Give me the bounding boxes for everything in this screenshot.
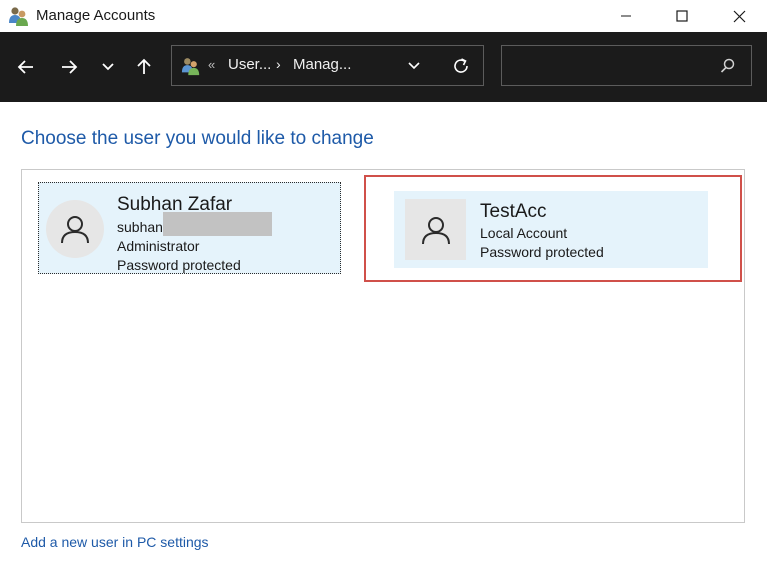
address-overflow[interactable]: « [208, 57, 215, 72]
refresh-icon [454, 58, 468, 73]
arrow-up-icon [137, 58, 151, 74]
address-dropdown-button[interactable] [405, 57, 423, 75]
search-icon [719, 57, 737, 75]
page-title: Choose the user you would like to change [21, 128, 374, 149]
forward-button[interactable] [56, 54, 82, 80]
window-title: Manage Accounts [36, 7, 156, 24]
arrow-right-icon [62, 60, 78, 74]
user-status: Password protected [480, 244, 604, 260]
recent-locations-button[interactable] [95, 54, 121, 80]
user-tile-testacc[interactable]: TestAcc Local Account Password protected [394, 191, 708, 268]
avatar [46, 200, 104, 258]
minimize-icon [621, 15, 631, 17]
user-email: subhan [117, 219, 163, 235]
close-icon [733, 10, 745, 22]
address-bar[interactable]: « User... › Manag... [171, 45, 484, 86]
user-name: TestAcc [480, 201, 547, 222]
user-status: Password protected [117, 257, 241, 273]
breadcrumb-separator[interactable]: › [276, 56, 281, 72]
user-icon [421, 216, 450, 244]
user-list: Subhan Zafar subhan Administrator Passwo… [21, 169, 745, 523]
users-icon [181, 56, 201, 76]
close-button[interactable] [712, 0, 766, 32]
back-button[interactable] [13, 54, 39, 80]
user-role: Local Account [480, 225, 568, 241]
add-new-user-link[interactable]: Add a new user in PC settings [21, 534, 209, 550]
avatar [405, 199, 466, 260]
up-button[interactable] [131, 54, 157, 80]
maximize-button[interactable] [655, 0, 709, 32]
chevron-down-icon [102, 63, 114, 71]
breadcrumb-segment-user[interactable]: User... [228, 56, 271, 73]
user-tile-subhan-zafar[interactable]: Subhan Zafar subhan Administrator Passwo… [38, 182, 341, 274]
redacted-block [163, 212, 272, 236]
users-icon [8, 5, 30, 27]
chevron-down-icon [408, 62, 420, 70]
refresh-button[interactable] [451, 56, 471, 76]
title-bar: Manage Accounts [0, 0, 767, 32]
breadcrumb-segment-manage[interactable]: Manag... [293, 56, 351, 73]
user-role: Administrator [117, 238, 200, 254]
minimize-button[interactable] [599, 0, 653, 32]
navigation-bar: « User... › Manag... [0, 32, 767, 102]
maximize-icon [676, 10, 688, 22]
search-input[interactable] [501, 45, 752, 86]
user-icon [61, 216, 89, 244]
arrow-left-icon [17, 60, 33, 74]
